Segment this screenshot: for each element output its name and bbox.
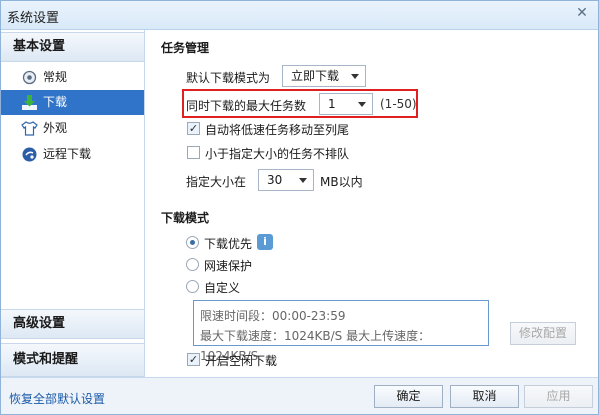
chevron-down-icon	[351, 74, 359, 79]
gear-icon	[22, 70, 37, 85]
limit-info-box: 限速时间段：00:00-23:59 最大下载速度：1024KB/S 最大上传速度…	[193, 300, 489, 363]
download-icon	[22, 95, 37, 110]
radio-speed-protect[interactable]	[186, 258, 199, 271]
idle-download-label: 开启空闲下载	[205, 354, 278, 368]
sidebar-group-advanced[interactable]: 高级设置	[1, 309, 144, 339]
chevron-down-icon	[358, 102, 366, 107]
remote-download-icon	[22, 147, 37, 162]
sidebar-item-label: 下载	[43, 95, 68, 109]
max-tasks-value: 1	[328, 97, 336, 111]
info-icon[interactable]: i	[257, 234, 273, 250]
download-settings-panel: 任务管理 默认下载模式为 立即下载 同时下载的最大任务数 1 (1-50) ✓ …	[146, 30, 598, 377]
modify-config-button[interactable]: 修改配置	[510, 322, 576, 345]
idle-download-checkbox[interactable]: ✓	[187, 353, 200, 366]
cancel-button[interactable]: 取消	[450, 385, 519, 408]
custom-label: 自定义	[204, 281, 241, 295]
max-tasks-label: 同时下载的最大任务数	[186, 99, 307, 113]
ok-button[interactable]: 确定	[374, 385, 443, 408]
title-bar: 系统设置 ✕	[1, 1, 598, 30]
sidebar: 基本设置 常规 下载 外观 远程下载 高级设置 模式和提醒	[1, 30, 145, 377]
sidebar-group-mode[interactable]: 模式和提醒	[1, 343, 144, 377]
download-mode-section-title: 下载模式	[161, 211, 210, 225]
size-select[interactable]: 30	[258, 169, 314, 191]
task-section-title: 任务管理	[161, 41, 210, 55]
move-slow-label: 自动将低速任务移动至列尾	[205, 123, 350, 137]
chevron-down-icon	[299, 178, 307, 183]
radio-custom[interactable]	[186, 280, 199, 293]
close-icon[interactable]: ✕	[574, 5, 590, 21]
max-tasks-select[interactable]: 1	[319, 93, 373, 115]
size-value: 30	[267, 173, 283, 187]
restore-defaults-link[interactable]: 恢复全部默认设置	[9, 390, 105, 407]
default-mode-select[interactable]: 立即下载	[282, 65, 366, 87]
apply-button[interactable]: 应用	[524, 385, 593, 408]
sidebar-item-appearance[interactable]: 外观	[1, 116, 144, 141]
window-title: 系统设置	[7, 11, 60, 26]
download-priority-label: 下载优先	[204, 237, 253, 251]
size-label: 指定大小在	[186, 175, 247, 189]
no-queue-checkbox[interactable]	[187, 146, 200, 159]
max-tasks-range: (1-50)	[380, 97, 417, 111]
sidebar-item-label: 常规	[43, 70, 68, 84]
sidebar-item-remote-download[interactable]: 远程下载	[1, 142, 144, 167]
settings-window: 系统设置 ✕ 基本设置 常规 下载 外观 远程下载 高级设置 模式和提醒 任务管…	[0, 0, 599, 415]
no-queue-label: 小于指定大小的任务不排队	[205, 147, 350, 161]
limit-time-text: 限速时间段：00:00-23:59	[200, 309, 346, 323]
default-mode-label: 默认下载模式为	[186, 71, 271, 85]
sidebar-item-label: 远程下载	[43, 147, 92, 161]
radio-download-priority[interactable]	[186, 236, 199, 249]
speed-protect-label: 网速保护	[204, 259, 253, 273]
sidebar-item-download[interactable]: 下载	[1, 90, 144, 115]
default-mode-value: 立即下载	[291, 69, 340, 83]
sidebar-item-label: 外观	[43, 121, 68, 135]
move-slow-checkbox[interactable]: ✓	[187, 122, 200, 135]
sidebar-item-general[interactable]: 常规	[1, 65, 144, 90]
footer-bar: 恢复全部默认设置 确定 取消 应用	[1, 377, 598, 414]
size-unit: MB以内	[320, 175, 363, 189]
sidebar-group-basic[interactable]: 基本设置	[1, 32, 144, 62]
shirt-icon	[21, 121, 38, 136]
